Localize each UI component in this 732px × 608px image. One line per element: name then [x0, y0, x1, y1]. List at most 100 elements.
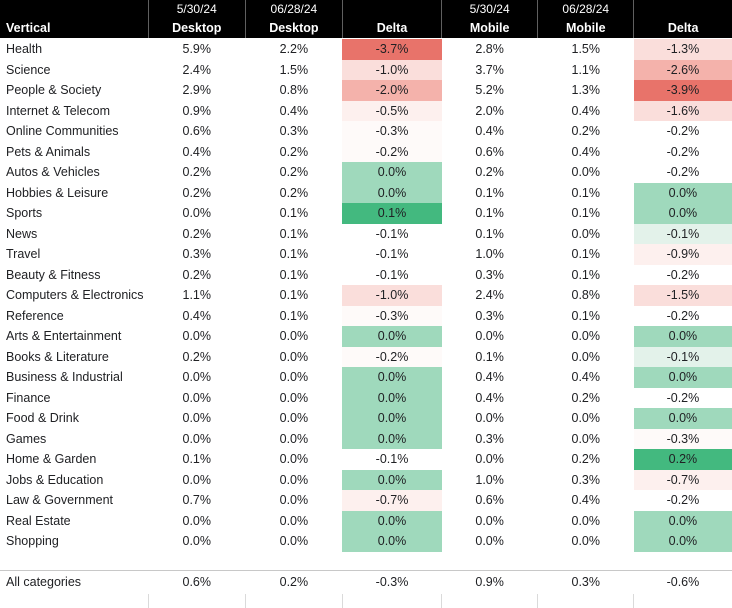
row-cell-desktop-a: 5.9%	[182, 42, 212, 56]
column-header-desktop-delta[interactable]: Delta	[342, 19, 443, 39]
row-cell-desktop-b: 0.0%	[279, 513, 309, 528]
total-cell-mobile-delta: -0.6%	[633, 569, 732, 594]
row-cell-mobile-delta: -0.7%	[633, 469, 732, 490]
row-cell-desktop-a: 0.6%	[182, 124, 212, 138]
row-cell-desktop-delta: -0.1%	[375, 226, 409, 241]
row-cell-desktop-b: 0.1%	[279, 206, 309, 220]
table-row: Games 0.0% 0.0% 0.0% 0.3% 0.0% -0.3%	[0, 428, 732, 449]
row-cell-mobile-a: 2.8%	[475, 42, 504, 56]
row-cell-desktop-delta: -0.1%	[375, 247, 409, 261]
table-row: Home & Garden 0.1% 0.0% -0.1% 0.0% 0.2% 0.2%	[0, 449, 732, 470]
row-cell-mobile-b: 1.5%	[571, 42, 601, 56]
row-cell-mobile-a: 1.0%	[475, 247, 504, 261]
row-cell-mobile-delta: -0.3%	[633, 428, 732, 449]
table-row: Science 2.4% 1.5% -1.0% 3.7% 1.1% -2.6%	[0, 59, 732, 80]
header-date-blank-left	[0, 0, 149, 19]
row-cell-desktop-b: 0.4%	[279, 103, 309, 118]
row-cell-desktop-b: 0.0%	[279, 534, 309, 548]
table-row: Health 5.9% 2.2% -3.7% 2.8% 1.5% -1.3%	[0, 38, 732, 60]
row-cell-mobile-a: 0.0%	[475, 329, 504, 343]
total-cell-desktop-a: 0.6%	[148, 569, 246, 594]
row-cell-vertical: Hobbies & Leisure	[6, 185, 109, 200]
header-date-blank-mobile-delta	[633, 0, 732, 19]
row-cell-mobile-b: 1.3%	[571, 83, 601, 97]
column-header-desktop-b[interactable]: Desktop	[245, 19, 343, 39]
row-cell-mobile-delta: -0.2%	[666, 308, 700, 323]
table-row: Food & Drink 0.0% 0.0% 0.0% 0.0% 0.0% 0.0%	[0, 408, 732, 429]
row-cell-mobile-delta: 0.0%	[633, 326, 732, 347]
row-cell-vertical: Finance	[6, 390, 51, 405]
table-row: Online Communities 0.6% 0.3% -0.3% 0.4% 0.2% -…	[0, 121, 732, 142]
stub-cell	[633, 593, 732, 608]
row-cell-vertical: Online Communities	[6, 124, 119, 138]
row-cell-mobile-a: 0.3%	[475, 431, 504, 446]
spacer-cell	[441, 551, 538, 570]
row-cell-desktop-a: 0.2%	[182, 349, 212, 364]
row-cell-mobile-delta: 0.0%	[633, 531, 732, 552]
row-cell-desktop-a: 0.0%	[182, 513, 212, 528]
column-header-mobile-delta[interactable]: Delta	[633, 19, 732, 39]
header-date-desktop-b: 06/28/24	[245, 0, 343, 19]
row-cell-mobile-a: 2.0%	[475, 103, 504, 118]
row-cell-desktop-delta: -1.0%	[342, 59, 442, 80]
row-cell-desktop-b: 0.1%	[279, 267, 309, 282]
row-cell-mobile-delta: -1.3%	[633, 38, 732, 60]
row-cell-mobile-delta: 0.0%	[633, 182, 732, 203]
row-cell-mobile-delta: 0.2%	[633, 449, 732, 470]
row-cell-mobile-b: 0.0%	[571, 431, 601, 446]
stub-cell	[0, 593, 149, 608]
row-cell-desktop-delta: 0.0%	[342, 367, 442, 388]
row-cell-desktop-a: 0.2%	[182, 226, 212, 241]
stub-cell	[245, 593, 343, 608]
stub-cell	[342, 593, 443, 608]
row-cell-mobile-delta: 0.0%	[633, 408, 732, 429]
row-cell-mobile-b: 0.1%	[571, 267, 601, 282]
row-cell-mobile-delta: -3.9%	[633, 80, 732, 101]
row-cell-mobile-delta: 0.0%	[633, 203, 732, 224]
row-cell-mobile-delta: -0.1%	[633, 346, 732, 367]
row-cell-desktop-a: 0.0%	[182, 472, 212, 487]
header-label-row: Vertical Desktop Desktop Delta Mobile Mo…	[0, 19, 732, 39]
column-header-desktop-a[interactable]: Desktop	[148, 19, 246, 39]
row-cell-desktop-delta: 0.0%	[342, 162, 442, 183]
row-cell-vertical: Sports	[6, 206, 43, 220]
row-cell-desktop-delta: 0.0%	[342, 531, 442, 552]
row-cell-desktop-a: 0.4%	[182, 144, 212, 159]
row-cell-vertical: Travel	[6, 247, 41, 261]
row-cell-mobile-b: 0.2%	[571, 452, 601, 466]
table-row: Reference 0.4% 0.1% -0.3% 0.3% 0.1% -0.2%	[0, 305, 732, 326]
row-cell-mobile-a: 1.0%	[475, 472, 504, 487]
column-header-vertical[interactable]: Vertical	[0, 19, 149, 39]
row-cell-vertical: Food & Drink	[6, 411, 79, 425]
row-cell-desktop-b: 0.8%	[279, 83, 309, 97]
table-row: Real Estate 0.0% 0.0% 0.0% 0.0% 0.0% 0.0%	[0, 510, 732, 531]
row-cell-vertical: Autos & Vehicles	[6, 165, 100, 179]
row-cell-desktop-b: 0.0%	[279, 431, 309, 446]
row-cell-mobile-b: 0.0%	[571, 534, 601, 548]
row-cell-mobile-b: 0.4%	[571, 493, 601, 507]
row-cell-mobile-a: 0.4%	[475, 390, 504, 405]
row-cell-mobile-a: 0.0%	[475, 534, 504, 548]
row-cell-desktop-b: 0.0%	[279, 390, 309, 405]
row-cell-vertical: Real Estate	[6, 513, 71, 528]
row-cell-desktop-b: 0.0%	[279, 370, 309, 384]
row-cell-desktop-b: 0.0%	[279, 349, 309, 364]
table-row: Law & Government 0.7% 0.0% -0.7% 0.6% 0.4% -0.…	[0, 490, 732, 511]
total-cell-vertical: All categories	[0, 569, 149, 594]
row-cell-desktop-delta: 0.0%	[342, 510, 442, 531]
table-row: Beauty & Fitness 0.2% 0.1% -0.1% 0.3% 0.1% -0.…	[0, 265, 732, 286]
total-cell-desktop-b: 0.2%	[245, 569, 343, 594]
row-cell-desktop-a: 2.9%	[182, 83, 212, 97]
row-cell-mobile-delta: 0.0%	[633, 510, 732, 531]
column-header-mobile-a[interactable]: Mobile	[441, 19, 539, 39]
column-header-mobile-b[interactable]: Mobile	[537, 19, 635, 39]
row-cell-vertical: Reference	[6, 308, 64, 323]
row-cell-desktop-b: 0.0%	[279, 493, 309, 507]
row-cell-mobile-delta: -2.6%	[633, 59, 732, 80]
row-cell-mobile-delta: -0.9%	[633, 244, 732, 265]
spacer-cell	[342, 551, 442, 570]
row-cell-mobile-b: 0.0%	[571, 165, 601, 179]
row-cell-mobile-delta: -0.2%	[666, 144, 700, 159]
row-cell-desktop-a: 0.0%	[182, 329, 212, 343]
total-cell-desktop-delta: -0.3%	[342, 569, 442, 594]
